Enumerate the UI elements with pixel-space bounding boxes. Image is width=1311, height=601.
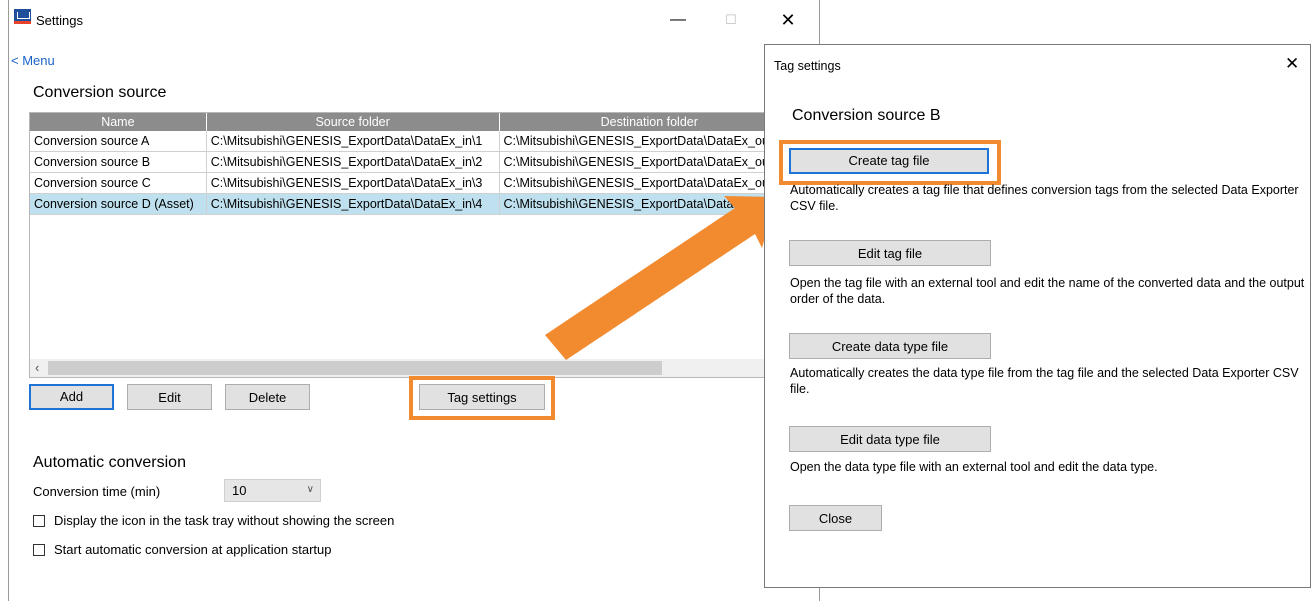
cell-source-folder: C:\Mitsubishi\GENESIS_ExportData\DataEx_… [206,193,500,215]
create-data-type-file-description: Automatically creates the data type file… [790,366,1299,396]
cell-name: Conversion source A [30,131,207,152]
conversion-source-title: Conversion source [33,84,167,101]
table-header-row: Name Source folder Destination folder [30,113,800,131]
column-header-name[interactable]: Name [30,113,207,131]
dialog-title: Tag settings [774,59,841,73]
cell-source-folder: C:\Mitsubishi\GENESIS_ExportData\DataEx_… [206,172,500,194]
close-dialog-button[interactable]: Close [789,505,882,531]
column-header-source-folder[interactable]: Source folder [206,113,500,131]
close-window-button[interactable]: ✕ [773,8,803,32]
cell-name: Conversion source B [30,151,207,173]
task-tray-checkbox-label[interactable]: Display the icon in the task tray withou… [54,513,394,528]
edit-tag-file-description: Open the tag file with an external tool … [790,276,1305,306]
edit-tag-file-button[interactable]: Edit tag file [789,240,991,266]
delete-button[interactable]: Delete [225,384,310,410]
cell-source-folder: C:\Mitsubishi\GENESIS_ExportData\DataEx_… [206,151,500,173]
cell-name: Conversion source D (Asset) [30,193,207,215]
column-header-destination-folder[interactable]: Destination folder [499,113,800,131]
conversion-time-select[interactable]: 10 ∨ [224,479,321,502]
conversion-time-value: 10 [232,483,247,498]
cell-source-folder: C:\Mitsubishi\GENESIS_ExportData\DataEx_… [206,131,500,152]
app-icon [14,9,31,24]
window-title: Settings [36,13,83,28]
create-data-type-file-button[interactable]: Create data type file [789,333,991,359]
title-bar: Settings — ☐ ✕ [9,0,819,38]
startup-checkbox[interactable] [33,544,45,556]
maximize-button[interactable]: ☐ [716,8,746,32]
close-icon[interactable]: ✕ [1285,54,1299,74]
automatic-conversion-title: Automatic conversion [33,454,186,471]
cell-destination-folder: C:\Mitsubishi\GENESIS_ExportData\DataEx_… [499,131,800,152]
table-row[interactable]: Conversion source A C:\Mitsubishi\GENESIS… [30,131,800,152]
chevron-down-icon: ∨ [306,484,314,495]
create-tag-file-highlight [779,140,1001,185]
add-button[interactable]: Add [29,384,114,410]
menu-link[interactable]: < Menu [11,53,55,68]
edit-data-type-file-button[interactable]: Edit data type file [789,426,991,452]
task-tray-checkbox[interactable] [33,515,45,527]
scroll-left-icon[interactable]: ‹ [35,360,39,375]
conversion-time-label: Conversion time (min) [33,484,161,499]
minimize-button[interactable]: — [663,8,693,32]
edit-button[interactable]: Edit [127,384,212,410]
dialog-heading: Conversion source B [792,107,941,124]
create-tag-file-description: Automatically creates a tag file that de… [790,183,1299,213]
edit-data-type-file-description: Open the data type file with an external… [790,460,1158,474]
startup-checkbox-label[interactable]: Start automatic conversion at applicatio… [54,542,331,557]
cell-name: Conversion source C [30,172,207,194]
tag-settings-dialog: Tag settings ✕ Conversion source B Creat… [764,44,1311,588]
